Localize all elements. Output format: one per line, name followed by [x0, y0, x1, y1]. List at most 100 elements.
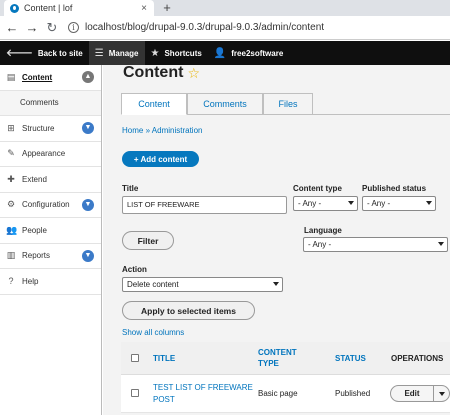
shortcuts-tab[interactable]: ★ Shortcuts	[145, 41, 208, 65]
select-all-checkbox[interactable]	[131, 354, 139, 362]
sidebar-item-label: Comments	[20, 98, 59, 108]
row-checkbox[interactable]	[131, 389, 139, 397]
published-status-select[interactable]: - Any -	[362, 196, 436, 211]
title-filter-input[interactable]: LIST OF FREEWARE	[122, 196, 287, 214]
language-value: - Any -	[308, 240, 332, 249]
breadcrumb[interactable]: Home » Administration	[122, 126, 202, 135]
drupal-favicon-icon	[10, 3, 19, 13]
primary-tabs: Content Comments Files	[121, 93, 450, 115]
chevron-down-icon[interactable]: ▼	[82, 122, 94, 134]
sidebar-item-label: Extend	[22, 174, 47, 184]
sidebar-item-help[interactable]: ? Help	[0, 269, 101, 295]
sidebar-item-people[interactable]: 👥 People	[0, 218, 101, 244]
tab-comments[interactable]: Comments	[187, 93, 263, 115]
action-label: Action	[122, 265, 147, 274]
user-tab[interactable]: 👤 free2software	[208, 41, 289, 65]
dropbutton-toggle[interactable]	[434, 391, 449, 396]
bar-chart-icon: ▥	[6, 250, 16, 261]
dropdown-caret-icon	[438, 242, 444, 246]
sidebar-item-label: Reports	[22, 251, 51, 261]
chevron-down-icon[interactable]: ▼	[82, 198, 94, 211]
browser-tab-strip: Content | lof × +	[0, 0, 450, 16]
user-label: free2software	[231, 48, 284, 58]
show-all-columns-link[interactable]: Show all columns	[122, 328, 184, 337]
browser-tab-title: Content | lof	[24, 3, 73, 13]
sitemap-icon: ⊞	[7, 122, 15, 133]
people-icon: 👥	[6, 224, 18, 235]
back-arrow-icon[interactable]: ←	[2, 18, 22, 38]
dropdown-caret-icon	[273, 282, 279, 286]
tab-content[interactable]: Content	[121, 93, 187, 115]
sidebar-item-comments[interactable]: Comments	[0, 90, 101, 116]
star-outline-icon[interactable]: ☆	[187, 65, 200, 82]
add-content-button[interactable]: + Add content	[122, 151, 199, 167]
column-header-title[interactable]: TITLE	[153, 354, 175, 363]
sidebar-item-structure[interactable]: ⊞ Structure ▼	[0, 116, 101, 142]
dropdown-caret-icon	[348, 201, 354, 205]
sidebar-item-label: Appearance	[22, 149, 66, 159]
url-field[interactable]: i localhost/blog/drupal-9.0.3/drupal-9.0…	[68, 19, 450, 37]
chevron-down-icon	[438, 391, 445, 396]
filter-button[interactable]: Filter	[122, 231, 174, 250]
page-title-text: Content	[123, 64, 184, 81]
content-type-value: - Any -	[298, 199, 322, 208]
shortcuts-label: Shortcuts	[164, 48, 202, 58]
manage-label: Manage	[108, 48, 139, 58]
published-status-label: Published status	[362, 184, 427, 193]
sidebar-item-label: Structure	[22, 123, 55, 133]
paintbrush-icon: ✎	[7, 148, 15, 159]
forward-arrow-icon[interactable]: →	[22, 18, 42, 38]
column-header-content-type-2[interactable]: TYPE	[258, 359, 279, 368]
row-content-type: Basic page	[258, 389, 298, 398]
address-bar: ← → ↻ i localhost/blog/drupal-9.0.3/drup…	[0, 16, 450, 40]
sidebar-item-label: Configuration	[22, 200, 70, 210]
left-arrow-icon: 🡐	[6, 48, 33, 59]
row-status: Published	[335, 389, 371, 398]
browser-tab[interactable]: Content | lof ×	[4, 0, 154, 16]
info-icon[interactable]: i	[68, 22, 79, 33]
back-to-site-link[interactable]: 🡐 Back to site	[0, 41, 89, 65]
language-label: Language	[304, 226, 342, 235]
wrench-icon: ⚙	[6, 199, 16, 210]
puzzle-icon: ✚	[7, 173, 15, 184]
user-icon: 👤	[213, 47, 227, 59]
close-tab-icon[interactable]: ×	[138, 3, 150, 14]
admin-toolbar: 🡐 Back to site ☰ Manage ★ Shortcuts 👤 fr…	[0, 41, 450, 65]
chevron-up-icon[interactable]: ▲	[82, 71, 94, 83]
main-content: Content ☆ Content Comments Files Home » …	[103, 64, 450, 415]
action-value: Delete content	[127, 280, 179, 289]
action-select[interactable]: Delete content	[122, 277, 283, 292]
content-type-label: Content type	[293, 184, 342, 193]
tab-files[interactable]: Files	[263, 93, 313, 115]
column-header-operations: OPERATIONS	[391, 354, 444, 363]
column-header-content-type[interactable]: CONTENT	[258, 348, 297, 357]
url-text[interactable]: localhost/blog/drupal-9.0.3/drupal-9.0.3…	[85, 22, 324, 33]
language-select[interactable]: - Any -	[303, 237, 448, 252]
sidebar-item-extend[interactable]: ✚ Extend	[0, 167, 101, 193]
table-header-row: TITLE CONTENT TYPE STATUS OPERATIONS	[121, 342, 450, 375]
row-title-link-2[interactable]: POST	[153, 395, 175, 404]
sidebar-item-appearance[interactable]: ✎ Appearance	[0, 142, 101, 167]
reload-icon[interactable]: ↻	[42, 18, 62, 38]
sidebar-item-configuration[interactable]: ⚙ Configuration ▼	[0, 193, 101, 218]
help-icon: ?	[8, 276, 14, 287]
new-tab-button[interactable]: +	[160, 1, 174, 15]
column-header-status[interactable]: STATUS	[335, 354, 366, 363]
sidebar-item-label: Help	[22, 276, 39, 286]
dropdown-caret-icon	[426, 201, 432, 205]
manage-tab[interactable]: ☰ Manage	[88, 41, 145, 65]
page-title: Content ☆	[123, 64, 200, 82]
admin-sidebar: ▤ Content ▲ Comments ⊞ Structure ▼ ✎ App…	[0, 65, 102, 415]
edit-button[interactable]: Edit	[391, 386, 434, 401]
star-icon: ★	[150, 47, 160, 59]
row-operations-dropbutton: Edit	[390, 385, 450, 402]
row-title-link[interactable]: TEST LIST OF FREEWARE	[153, 383, 253, 392]
sidebar-item-reports[interactable]: ▥ Reports ▼	[0, 244, 101, 269]
content-type-select[interactable]: - Any -	[293, 196, 358, 211]
sidebar-item-label: Content	[22, 72, 53, 82]
sidebar-item-label: People	[22, 225, 47, 235]
apply-selected-button[interactable]: Apply to selected items	[122, 301, 255, 320]
sidebar-item-content[interactable]: ▤ Content ▲	[0, 65, 101, 91]
document-icon: ▤	[6, 71, 16, 82]
chevron-down-icon[interactable]: ▼	[82, 249, 94, 262]
